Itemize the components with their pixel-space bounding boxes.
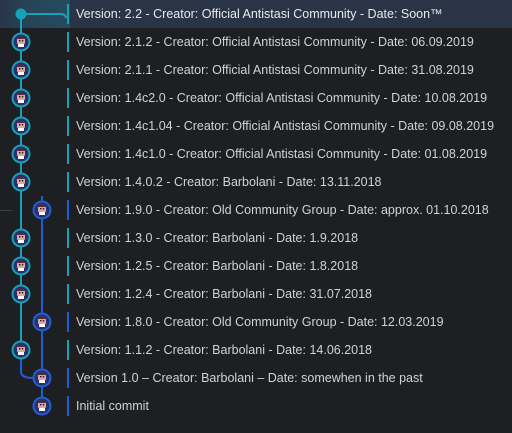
avatar-eye [21,348,24,350]
commit-row[interactable]: Version: 1.3.0 - Creator: Barbolani - Da… [0,224,512,252]
commit-row[interactable]: Version: 1.4c1.0 - Creator: Official Ant… [0,140,512,168]
avatar-eye [21,292,24,294]
avatar-eye [42,208,45,210]
commit-message: Version: 1.2.4 - Creator: Barbolani - Da… [76,287,373,301]
avatar-eye [40,208,42,210]
avatar-eye [21,68,24,70]
avatar-eye [19,348,21,350]
commit-message: Version: 1.1.2 - Creator: Barbolani - Da… [76,343,373,357]
avatar-hair [17,65,25,67]
commit-row[interactable]: Version: 1.2.4 - Creator: Barbolani - Da… [0,280,512,308]
avatar-shirt [18,100,24,103]
avatar-eye [21,152,24,154]
graph-divider [0,210,12,211]
commit-row[interactable]: Version: 1.8.0 - Creator: Old Community … [0,308,512,336]
avatar-hair [17,233,25,235]
commit-message: Version: 1.4c1.0 - Creator: Official Ant… [76,147,488,161]
avatar-eye [19,124,21,126]
avatar-eye [19,96,21,98]
avatar-hair [38,317,46,319]
avatar-shirt [39,380,45,383]
commit-message: Version: 1.4.0.2 - Creator: Barbolani - … [76,175,382,189]
commit-row[interactable]: Initial commit [0,392,512,420]
commit-message: Version 1.0 – Creator: Barbolani – Date:… [76,371,423,385]
commit-row[interactable]: Version: 1.9.0 - Creator: Old Community … [0,196,512,224]
avatar-eye [21,236,24,238]
avatar-hair [17,177,25,179]
avatar-eye [42,404,45,406]
commit-list: Version: 2.2 - Creator: Official Antista… [0,0,512,420]
commit-message: Version: 1.4c2.0 - Creator: Official Ant… [76,91,488,105]
commit-row[interactable]: Version: 1.4c1.04 - Creator: Official An… [0,112,512,140]
avatar-eye [19,152,21,154]
commit-message: Version: 2.1.1 - Creator: Official Antis… [76,63,474,77]
avatar-eye [19,292,21,294]
avatar-eye [19,68,21,70]
avatar-eye [21,40,24,42]
avatar-shirt [18,268,24,271]
commit-message: Version: 1.8.0 - Creator: Old Community … [76,315,444,329]
avatar-shirt [18,184,24,187]
avatar-eye [19,180,21,182]
avatar-shirt [39,408,45,411]
avatar-shirt [18,72,24,75]
branch-graph [11,8,67,416]
avatar-eye [40,320,42,322]
avatar-eye [21,180,24,182]
commit-row[interactable]: Version: 1.4c2.0 - Creator: Official Ant… [0,84,512,112]
commit-row[interactable]: Version: 2.1.2 - Creator: Official Antis… [0,28,512,56]
avatar-hair [17,121,25,123]
avatar-eye [19,40,21,42]
avatar-hair [17,149,25,151]
commit-message: Version: 1.4c1.04 - Creator: Official An… [76,119,495,133]
avatar-eye [42,376,45,378]
avatar-hair [17,37,25,39]
avatar-eye [21,264,24,266]
teal-head-connector [21,13,67,19]
avatar-shirt [39,212,45,215]
avatar-hair [38,205,46,207]
commit-row[interactable]: Version: 1.2.5 - Creator: Barbolani - Da… [0,252,512,280]
commit-graph-view: Version: 2.2 - Creator: Official Antista… [0,0,512,433]
commit-row[interactable]: Version: 1.4.0.2 - Creator: Barbolani - … [0,168,512,196]
commit-row[interactable]: Version: 2.1.1 - Creator: Official Antis… [0,56,512,84]
commit-message: Version: 1.9.0 - Creator: Old Community … [76,203,489,217]
avatar-hair [17,345,25,347]
avatar-shirt [18,44,24,47]
avatar-hair [17,289,25,291]
avatar-eye [42,320,45,322]
commit-row[interactable]: Version: 1.1.2 - Creator: Barbolani - Da… [0,336,512,364]
avatar-shirt [18,156,24,159]
avatar-shirt [18,128,24,131]
avatar-shirt [39,324,45,327]
avatar-hair [17,261,25,263]
commit-row[interactable]: Version: 2.2 - Creator: Official Antista… [0,0,512,28]
avatar-shirt [18,296,24,299]
avatar-eye [19,264,21,266]
head-commit-dot [15,8,27,20]
commit-message: Version: 2.2 - Creator: Official Antista… [76,7,443,21]
avatar-eye [40,404,42,406]
avatar-eye [21,124,24,126]
commit-message: Initial commit [76,399,149,413]
avatar-eye [21,96,24,98]
avatar-hair [38,373,46,375]
avatar-eye [40,376,42,378]
avatar-eye [19,236,21,238]
avatar-shirt [18,352,24,355]
commit-message: Version: 1.2.5 - Creator: Barbolani - Da… [76,259,359,273]
commit-message: Version: 1.3.0 - Creator: Barbolani - Da… [76,231,359,245]
avatar-hair [17,93,25,95]
commit-row[interactable]: Version 1.0 – Creator: Barbolani – Date:… [0,364,512,392]
commit-message: Version: 2.1.2 - Creator: Official Antis… [76,35,474,49]
avatar-shirt [18,240,24,243]
avatar-hair [38,401,46,403]
